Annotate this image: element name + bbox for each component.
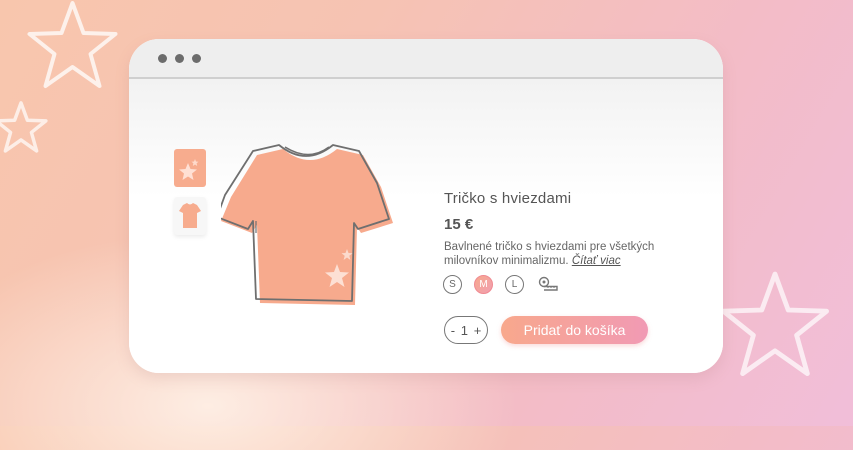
size-option-s[interactable]: S — [443, 275, 462, 294]
browser-window: Tričko s hviezdami 15 € Bavlnené tričko … — [129, 39, 723, 373]
tshirt-icon — [179, 203, 201, 228]
thumbnail-full[interactable] — [174, 197, 206, 235]
add-to-cart-button[interactable]: Pridať do košíka — [501, 316, 648, 344]
size-option-m[interactable]: M — [474, 275, 493, 294]
window-titlebar — [129, 39, 723, 79]
size-option-l[interactable]: L — [505, 275, 524, 294]
description-text: Bavlnené tričko s hviezdami pre všetkých… — [444, 241, 655, 267]
quantity-value: 1 — [460, 322, 468, 338]
product-page: Tričko s hviezdami 15 € Bavlnené tričko … — [129, 79, 723, 373]
increment-button[interactable]: + — [474, 323, 482, 338]
read-more-link[interactable]: Čítať viac — [572, 255, 621, 267]
product-description: Bavlnené tričko s hviezdami pre všetkých… — [444, 240, 684, 268]
window-control-dot[interactable] — [158, 54, 167, 63]
quantity-stepper[interactable]: - 1 + — [444, 316, 488, 344]
tshirt-image — [221, 144, 393, 305]
star-icon — [179, 159, 199, 180]
decrement-button[interactable]: - — [451, 323, 455, 338]
window-control-dot[interactable] — [192, 54, 201, 63]
star-outline-icon — [721, 271, 829, 376]
window-control-dot[interactable] — [175, 54, 184, 63]
product-price: 15 € — [444, 216, 474, 233]
measuring-tape-icon[interactable] — [538, 276, 560, 292]
product-title: Tričko s hviezdami — [444, 190, 572, 207]
thumbnail-detail[interactable] — [174, 149, 206, 187]
star-outline-icon — [27, 1, 118, 88]
star-outline-icon — [0, 101, 48, 153]
